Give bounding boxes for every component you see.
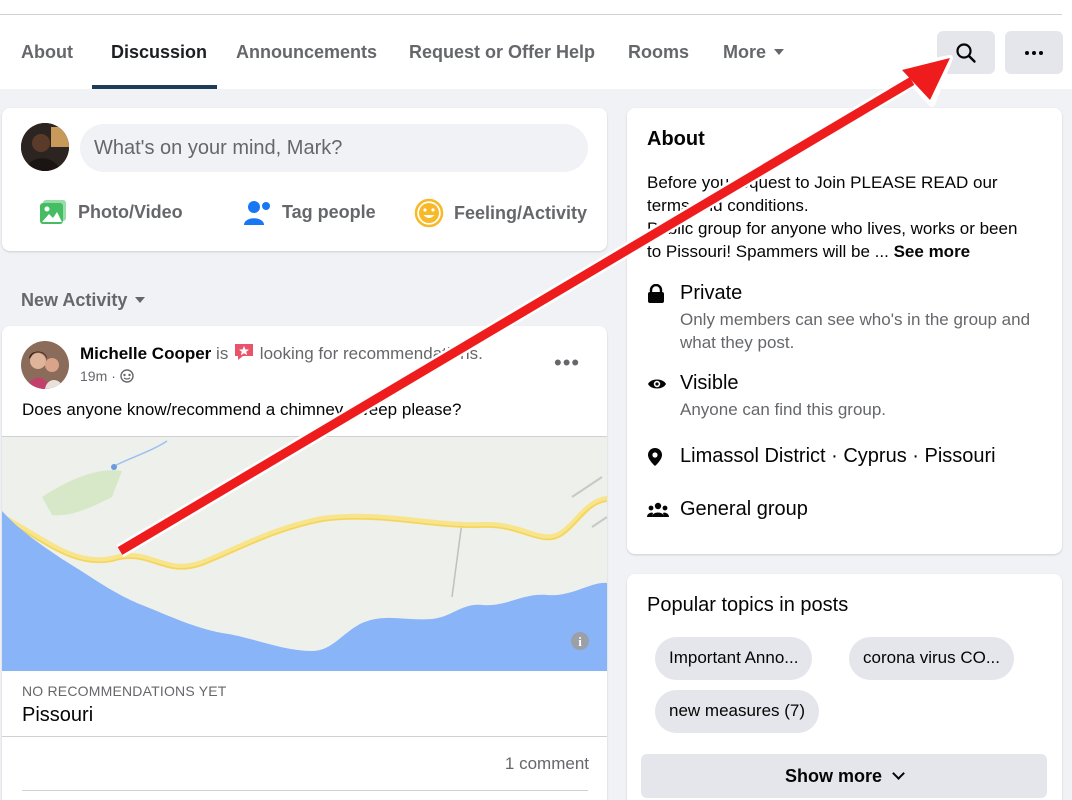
group-tab-bar: About Discussion Announcements Request o…	[0, 0, 1072, 89]
about-description-line: to Pissouri! Spammers will be ...	[647, 242, 889, 261]
tag-people-label: Tag people	[282, 201, 376, 222]
recommendation-status: NO RECOMMENDATIONS YET	[22, 683, 227, 699]
privacy-description: Only members can see who's in the group …	[680, 310, 1031, 352]
about-description: Before you request to Join PLEASE READ o…	[647, 171, 1047, 263]
group-type-text: General group	[680, 498, 808, 520]
popular-topics-title: Popular topics in posts	[647, 594, 849, 616]
tab-more-label: More	[723, 42, 767, 62]
recommendation-place[interactable]: Pissouri	[22, 704, 93, 727]
popular-topics-card: Popular topics in posts Important Anno..…	[627, 574, 1062, 800]
tab-about[interactable]: About	[21, 42, 73, 63]
feeling-icon	[414, 198, 444, 228]
post-verb: is	[216, 344, 229, 363]
more-options-button[interactable]	[1005, 31, 1063, 74]
tab-request-or-offer-help[interactable]: Request or Offer Help	[409, 42, 595, 63]
about-description-line: Public group for anyone who lives, works…	[647, 219, 1018, 238]
search-button[interactable]	[937, 31, 995, 74]
post-author-avatar[interactable]	[21, 341, 69, 389]
show-more-label: Show more	[784, 765, 882, 786]
active-tab-indicator	[92, 85, 217, 89]
location-map[interactable]: i	[2, 436, 607, 671]
globe-icon	[120, 369, 134, 383]
group-members-icon	[647, 502, 669, 517]
privacy-info: Private Only members can see who's in th…	[647, 282, 1047, 352]
group-type-info: General group	[647, 498, 1047, 528]
feed-sort-label: New Activity	[21, 290, 128, 310]
tab-announcements[interactable]: Announcements	[236, 42, 377, 63]
topic-chip[interactable]: new measures (7)	[655, 690, 820, 733]
divider	[22, 790, 588, 791]
feeling-activity-label: Feeling/Activity	[454, 202, 588, 223]
post-author-name[interactable]: Michelle Cooper	[80, 344, 211, 363]
avatar[interactable]	[21, 123, 69, 171]
post-options-button[interactable]: •••	[554, 350, 580, 376]
composer-input[interactable]: What's on your mind, Mark?	[80, 124, 588, 172]
tab-more[interactable]: More	[723, 42, 785, 63]
photo-icon	[40, 200, 66, 224]
svg-text:i: i	[578, 634, 582, 649]
tag-people-button[interactable]: Tag people	[242, 198, 376, 226]
location-info: Limassol District · Cyprus · Pissouri	[647, 445, 1047, 475]
recommendation-star-icon	[235, 344, 254, 360]
visibility-description: Anyone can find this group.	[680, 400, 887, 419]
tab-discussion[interactable]: Discussion	[111, 42, 207, 63]
photo-video-label: Photo/Video	[78, 201, 183, 222]
feed-sort-dropdown[interactable]: New Activity	[21, 290, 146, 311]
about-title: About	[647, 128, 705, 150]
topic-chip[interactable]: corona virus CO...	[849, 637, 1014, 680]
tab-rooms[interactable]: Rooms	[628, 42, 689, 63]
chevron-down-icon	[892, 767, 905, 780]
caret-down-icon	[774, 49, 785, 55]
caret-down-icon	[135, 297, 146, 303]
post-author-line: Michelle Cooper is looking for recommend…	[80, 342, 483, 364]
topic-chip[interactable]: Important Anno...	[655, 637, 813, 680]
search-icon	[956, 42, 976, 63]
comment-count[interactable]: 1 comment	[505, 754, 589, 774]
privacy-title: Private	[680, 282, 743, 304]
top-divider	[0, 14, 1062, 15]
feed-post: Michelle Cooper is looking for recommend…	[2, 326, 607, 800]
about-description-line: terms and conditions.	[647, 196, 809, 215]
tag-people-icon	[244, 201, 270, 225]
photo-video-button[interactable]: Photo/Video	[38, 198, 183, 226]
divider	[2, 736, 607, 737]
location-pin-icon	[648, 448, 662, 466]
visibility-title: Visible	[680, 372, 739, 394]
avatar-image	[21, 123, 69, 171]
see-more-link[interactable]: See more	[894, 242, 971, 261]
map-image: i	[2, 437, 607, 671]
post-author-avatar-image	[21, 341, 69, 389]
about-description-line: Before you request to Join PLEASE READ o…	[647, 173, 998, 192]
post-composer: What's on your mind, Mark? Photo/Video T…	[2, 108, 607, 251]
about-card: About Before you request to Join PLEASE …	[627, 108, 1062, 554]
post-meta: 19m ·	[80, 368, 134, 384]
visibility-info: Visible Anyone can find this group.	[647, 372, 1047, 422]
meta-separator: ·	[111, 368, 116, 384]
post-activity: looking for recommendations.	[259, 344, 483, 363]
post-text: Does anyone know/recommend a chimney swe…	[22, 400, 462, 419]
feeling-activity-button[interactable]: Feeling/Activity	[414, 198, 587, 228]
post-timestamp[interactable]: 19m	[80, 368, 107, 384]
location-text[interactable]: Limassol District · Cyprus · Pissouri	[680, 445, 996, 468]
show-more-button[interactable]: Show more	[641, 754, 1047, 798]
lock-icon	[648, 284, 664, 303]
eye-icon	[648, 379, 666, 389]
ellipsis-icon	[1025, 50, 1043, 55]
